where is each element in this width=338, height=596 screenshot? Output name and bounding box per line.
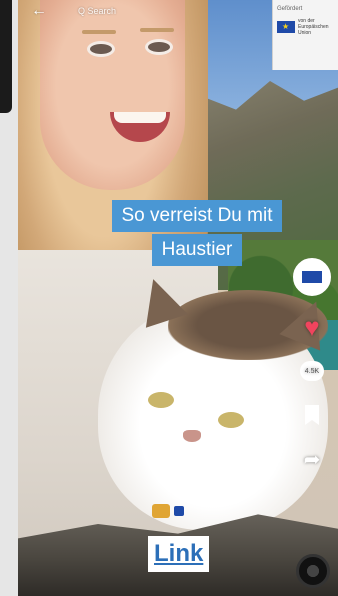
eu-flag-icon [277,21,295,33]
comment-icon: 4.5K [300,361,324,381]
video-caption: So verreist Du mit Haustier [82,200,312,266]
right-brow [140,28,174,32]
heart-icon[interactable]: ♥ [298,312,326,342]
right-eye [148,42,170,52]
back-arrow-icon[interactable]: ← [28,2,50,20]
music-disc-icon[interactable] [296,554,330,588]
flag-sticker-icon [174,506,184,516]
dog-sticker-icon [152,504,170,518]
eu-badge-text: von der Europäischen Union [298,18,329,36]
eu-badge-title: Gefördert [277,6,303,12]
action-rail: ♥ 4.5K ➦ [292,258,332,472]
sticker-row [152,504,184,518]
cat-right-eye [218,412,244,428]
device-edge [0,0,12,113]
avatar-flag-icon [302,271,322,283]
teeth [114,112,166,123]
link-button[interactable]: Link [148,536,210,572]
comment-button[interactable]: 4.5K [298,358,326,384]
cat-nose [183,430,201,442]
search-hint[interactable]: Q Search [78,6,116,16]
creator-avatar[interactable] [293,258,331,296]
left-brow [82,30,116,34]
eu-funding-badge: Gefördert von der Europäischen Union [272,0,338,70]
share-icon[interactable]: ➦ [298,446,326,472]
bookmark-button[interactable] [298,402,326,428]
caption-line-2: Haustier [151,234,243,266]
cat-left-eye [148,392,174,408]
woman-face [40,0,185,190]
eu-badge-row: von der Europäischen Union [277,18,334,36]
screen: ← Q Search Gefördert von der Europäische… [0,0,338,596]
left-eye [90,44,112,54]
caption-line-1: So verreist Du mit [111,200,283,232]
bookmark-icon [305,405,319,425]
